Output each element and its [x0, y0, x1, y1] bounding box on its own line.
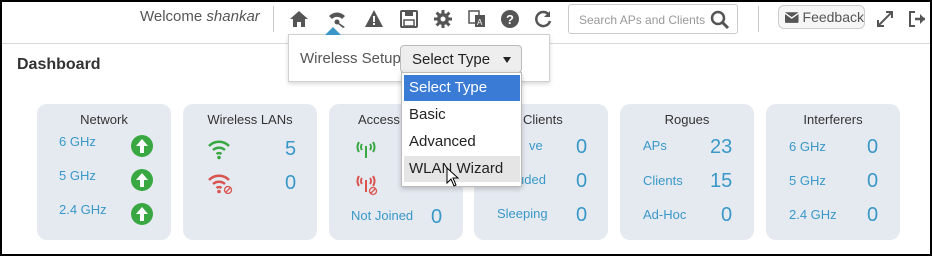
mouse-cursor-icon — [446, 167, 460, 187]
rogue-clients-label: Clients — [643, 173, 683, 188]
interferers-6ghz-count: 0 — [867, 136, 879, 158]
option-wlan-wizard[interactable]: WLAN Wizard — [404, 156, 520, 182]
interferers-panel[interactable]: Interferers 6 GHz 0 5 GHz 0 2.4 GHz 0 — [766, 104, 900, 240]
wlan-count: 5 — [285, 138, 297, 160]
clients-active-label: ve — [529, 138, 543, 153]
wlan-disabled-count: 0 — [285, 172, 297, 194]
arrow-up-icon — [131, 169, 153, 191]
rogue-aps-label: APs — [643, 138, 667, 153]
not-joined-label: Not Joined — [351, 208, 414, 223]
arrow-up-icon — [131, 135, 153, 157]
wireless-setup-dropdown: Select Type Basic Advanced WLAN Wizard — [401, 72, 522, 187]
help-icon[interactable]: ? — [499, 8, 521, 30]
search-input[interactable]: Search APs and Clients — [568, 4, 738, 34]
rogue-adhoc-count: 0 — [721, 204, 733, 226]
band-label: 6 GHz — [789, 139, 826, 154]
band-label: 6 GHz — [59, 134, 96, 149]
clients-sleeping-label: Sleeping — [497, 206, 548, 221]
toolbar-divider — [273, 6, 274, 32]
language-icon[interactable]: A — [466, 8, 488, 30]
toolbar-divider — [758, 6, 759, 32]
logout-icon[interactable] — [906, 8, 928, 30]
wifi-icon — [208, 140, 230, 160]
panel-title: Network — [80, 112, 128, 127]
network-panel[interactable]: Network 6 GHz 5 GHz 2.4 GHz — [37, 104, 171, 240]
wireless-setup-label: Wireless Setup — [300, 50, 401, 67]
clients-sleeping-count: 0 — [576, 204, 588, 226]
wifi-disabled-icon — [208, 174, 233, 194]
search-icon[interactable] — [709, 9, 731, 31]
band-label: 2.4 GHz — [59, 202, 107, 217]
option-select-type[interactable]: Select Type — [404, 75, 520, 101]
wireless-lans-panel[interactable]: Wireless LANs 5 0 — [183, 104, 317, 240]
rogue-aps-count: 23 — [710, 136, 733, 158]
save-icon[interactable] — [398, 8, 420, 30]
access-point-down-icon — [356, 175, 378, 196]
option-advanced[interactable]: Advanced — [404, 129, 520, 155]
panel-title: Rogues — [664, 112, 710, 127]
interferers-5ghz-count: 0 — [867, 170, 879, 192]
expand-icon[interactable] — [874, 8, 896, 30]
rogue-clients-count: 15 — [710, 170, 733, 192]
access-point-icon — [356, 141, 376, 158]
panel-title: Wireless LANs — [207, 112, 293, 127]
gear-icon[interactable] — [432, 8, 454, 30]
username: shankar — [206, 8, 260, 25]
feedback-button[interactable]: Feedback — [778, 5, 865, 29]
rogues-panel[interactable]: Rogues APs 23 Clients 15 Ad-Hoc 0 — [620, 104, 754, 240]
clients-active-count: 0 — [576, 136, 588, 158]
home-icon[interactable] — [288, 8, 310, 30]
ap-not-joined-count: 0 — [431, 206, 443, 228]
svg-text:?: ? — [506, 12, 514, 27]
svg-text:A: A — [477, 18, 483, 27]
welcome-text: Welcome shankar — [140, 8, 260, 25]
band-label: 5 GHz — [59, 168, 96, 183]
wireless-setup-select[interactable]: Select Type — [400, 45, 522, 73]
band-label: 2.4 GHz — [789, 207, 837, 222]
refresh-icon[interactable] — [532, 8, 554, 30]
alert-icon[interactable] — [363, 8, 385, 30]
rogue-adhoc-label: Ad-Hoc — [643, 207, 687, 222]
clients-excluded-count: 0 — [576, 170, 588, 192]
band-label: 5 GHz — [789, 173, 826, 188]
option-basic[interactable]: Basic — [404, 102, 520, 128]
arrow-up-icon — [131, 203, 153, 225]
page-title: Dashboard — [17, 56, 101, 73]
panel-title: Interferers — [803, 112, 863, 127]
popup-caret — [325, 27, 341, 35]
chevron-down-icon — [503, 57, 511, 63]
envelope-icon — [785, 12, 799, 23]
panel-title: Clients — [523, 112, 563, 127]
interferers-24ghz-count: 0 — [867, 204, 879, 226]
